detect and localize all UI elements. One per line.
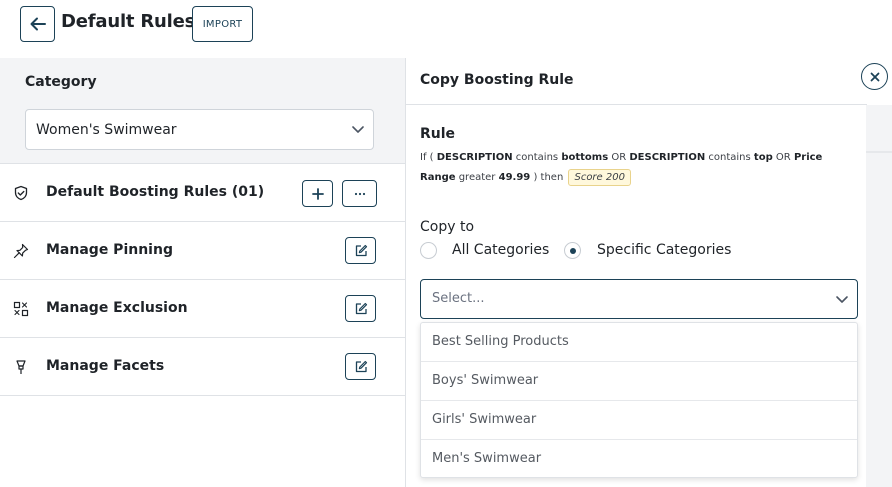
radio-all-categories[interactable] — [420, 242, 437, 259]
plus-icon — [311, 187, 324, 200]
dropdown-option[interactable]: Best Selling Products — [421, 323, 857, 362]
edit-facets-button[interactable] — [345, 353, 376, 380]
edit-icon — [355, 244, 367, 256]
menu-item-label: Manage Pinning — [46, 242, 173, 258]
page-title: Default Rules — [61, 11, 196, 32]
more-options-button[interactable] — [342, 180, 377, 207]
edit-icon — [355, 360, 367, 372]
facet-icon — [16, 360, 26, 374]
chevron-down-icon — [352, 126, 364, 133]
edit-icon — [355, 302, 367, 314]
menu-item-manage-pinning[interactable]: Manage Pinning — [0, 222, 405, 280]
menu-item-label: Default Boosting Rules (01) — [46, 184, 265, 200]
more-horizontal-icon — [354, 192, 365, 195]
modal-divider — [405, 104, 867, 105]
score-badge: Score 200 — [568, 169, 631, 186]
modal-title: Copy Boosting Rule — [420, 72, 574, 88]
rule-label: Rule — [420, 126, 456, 142]
radio-specific-categories-label[interactable]: Specific Categories — [597, 242, 731, 258]
menu-item-label: Manage Facets — [46, 358, 165, 374]
background-page-edge — [866, 105, 892, 487]
exclusion-icon — [13, 301, 29, 317]
edit-exclusion-button[interactable] — [345, 295, 376, 322]
back-button[interactable] — [20, 6, 55, 42]
category-selected-value: Women's Swimwear — [36, 122, 177, 138]
arrow-left-icon — [30, 17, 46, 31]
rule-condition-line-1: If ( DESCRIPTION contains bottoms OR DES… — [420, 152, 823, 163]
add-rule-button[interactable] — [302, 180, 333, 207]
select-placeholder: Select... — [432, 291, 485, 306]
category-select[interactable]: Women's Swimwear — [25, 109, 374, 150]
shield-check-icon — [14, 185, 28, 201]
category-label: Category — [25, 74, 97, 90]
menu-item-label: Manage Exclusion — [46, 300, 188, 316]
dropdown-option[interactable]: Men's Swimwear — [421, 440, 857, 479]
page-header: Default Rules IMPORT — [0, 0, 892, 58]
category-dropdown-list: Best Selling Products Boys' Swimwear Gir… — [420, 322, 858, 478]
menu-item-manage-facets[interactable]: Manage Facets — [0, 338, 405, 396]
menu-item-manage-exclusion[interactable]: Manage Exclusion — [0, 280, 405, 338]
left-panel: Category Women's Swimwear Default Boosti… — [0, 58, 405, 487]
dropdown-option[interactable]: Girls' Swimwear — [421, 401, 857, 440]
close-icon — [870, 72, 879, 81]
radio-all-categories-label[interactable]: All Categories — [452, 242, 549, 258]
category-multiselect[interactable]: Select... — [420, 279, 858, 319]
edit-pinning-button[interactable] — [345, 237, 376, 264]
close-button[interactable] — [861, 63, 888, 90]
rule-condition-line-2: Range greater 49.99 ) then Score 200 — [420, 169, 631, 186]
copy-to-label: Copy to — [420, 219, 475, 235]
menu-item-default-boosting-rules[interactable]: Default Boosting Rules (01) — [0, 164, 405, 222]
category-section: Category Women's Swimwear — [0, 58, 405, 164]
radio-specific-categories[interactable] — [564, 242, 581, 259]
import-button[interactable]: IMPORT — [192, 6, 253, 42]
dropdown-option[interactable]: Boys' Swimwear — [421, 362, 857, 401]
pin-icon — [13, 243, 29, 259]
chevron-down-icon — [836, 296, 848, 303]
